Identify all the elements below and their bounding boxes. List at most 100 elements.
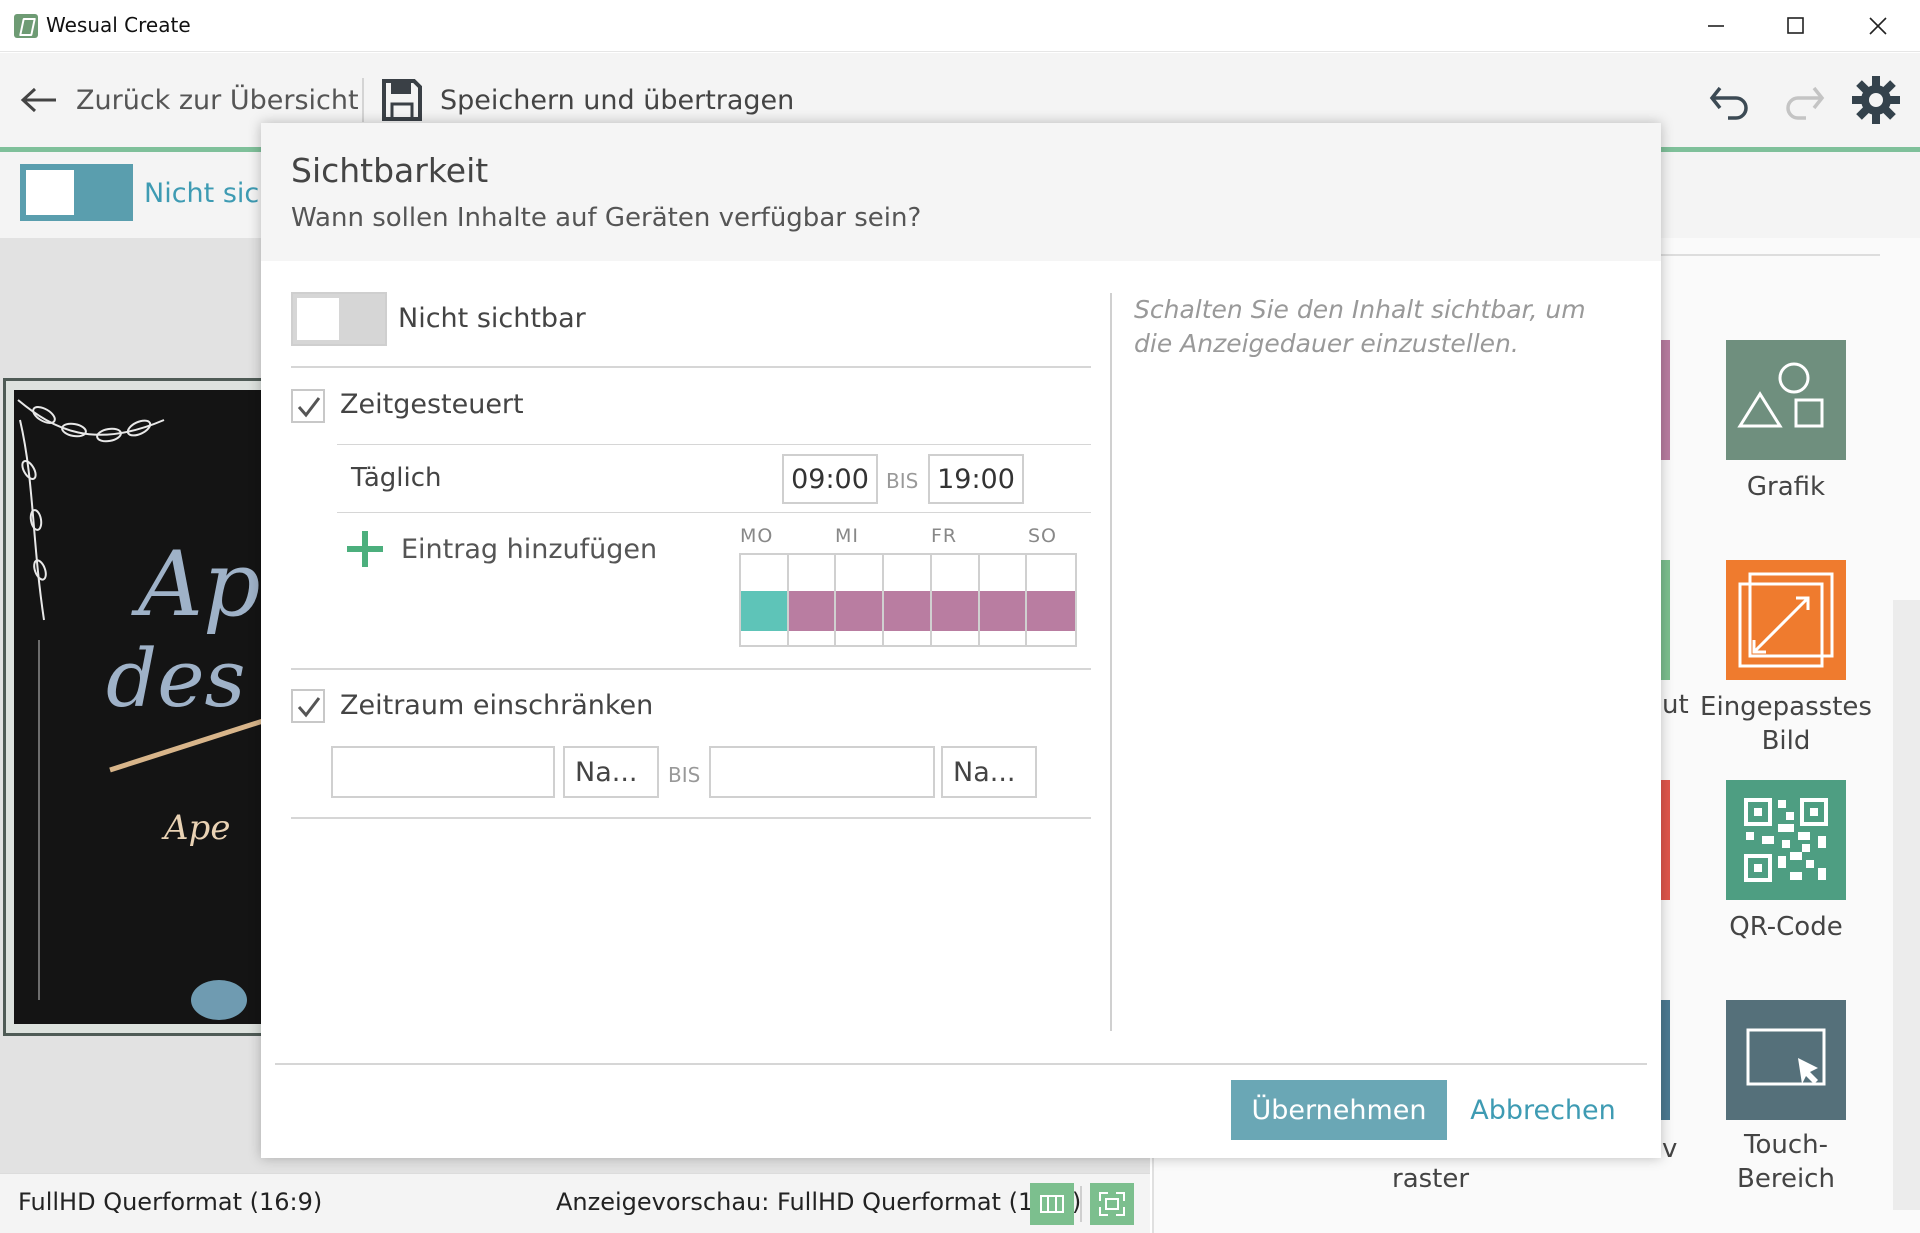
weekday-label: FR	[931, 525, 958, 547]
canvas-heading-text: Ap	[138, 532, 261, 637]
tile-label-partial: v	[1662, 1134, 1678, 1164]
app-icon	[14, 14, 38, 38]
cancel-button[interactable]: Abbrechen	[1463, 1080, 1623, 1140]
tool-tile-eingepasstes-bild[interactable]	[1726, 560, 1846, 680]
close-button[interactable]	[1838, 0, 1918, 52]
slide-canvas[interactable]: Ap des Ape	[14, 390, 266, 1024]
divider	[291, 817, 1091, 819]
weekday-label: SO	[1028, 525, 1058, 547]
qr-code-icon	[1744, 798, 1828, 882]
gear-icon[interactable]	[1850, 74, 1902, 126]
weekday-column[interactable]	[931, 555, 980, 645]
tool-label: QR-Code	[1729, 912, 1843, 942]
tool-tile-touch-bereich[interactable]	[1726, 1000, 1846, 1120]
schedule-bar	[836, 591, 883, 631]
toolbar-divider	[362, 78, 364, 122]
dialog-title: Sichtbarkeit	[291, 151, 489, 190]
format-label: FullHD Querformat (16:9)	[18, 1188, 323, 1216]
tile-partial	[1660, 1000, 1670, 1120]
apply-button[interactable]: Übernehmen	[1231, 1080, 1447, 1140]
dialog-footer-divider	[275, 1063, 1647, 1065]
visibility-toggle-label: Nicht sichtbar	[398, 303, 586, 334]
divider	[291, 668, 1091, 670]
save-and-transfer-button[interactable]: Speichern und übertragen	[382, 78, 794, 122]
toggle-knob	[26, 170, 74, 215]
tile-partial	[1660, 560, 1670, 680]
time-from-input[interactable]: 09:00	[782, 454, 878, 504]
weekday-column[interactable]	[741, 555, 789, 645]
weekday-column[interactable]	[884, 555, 932, 645]
window-title: Wesual Create	[46, 13, 191, 37]
weekday-label: MO	[740, 525, 774, 547]
dialog-header	[261, 123, 1661, 261]
weekday-label: MI	[835, 525, 859, 547]
maximize-icon	[1787, 17, 1804, 34]
tile-label-partial: ut	[1662, 690, 1689, 720]
week-schedule-grid[interactable]	[739, 553, 1077, 647]
weekday-column[interactable]	[1027, 555, 1075, 645]
checkmark-icon	[297, 397, 321, 418]
canvas-heading-text-2: des	[106, 632, 246, 725]
touch-area-icon	[1746, 1028, 1826, 1086]
schedule-bar	[931, 591, 978, 631]
timed-checkbox[interactable]	[291, 389, 325, 423]
minimize-button[interactable]	[1676, 0, 1756, 52]
canvas-subtitle-text: Ape	[164, 808, 231, 848]
tool-tile-grafik[interactable]	[1726, 340, 1846, 460]
fullscreen-button[interactable]	[1090, 1183, 1134, 1225]
plus-icon	[347, 531, 383, 567]
checkmark-icon	[297, 697, 321, 718]
dialog-column-divider	[1110, 293, 1112, 1031]
divider	[337, 444, 1091, 445]
tile-partial	[1660, 780, 1670, 900]
maximize-button[interactable]	[1756, 0, 1836, 52]
schedule-bar	[741, 591, 787, 631]
schedule-bar	[979, 591, 1026, 631]
tool-label: Grafik	[1746, 472, 1826, 502]
divider	[337, 512, 1091, 513]
save-label: Speichern und übertragen	[440, 84, 795, 116]
close-icon	[1869, 17, 1887, 35]
time-to-input[interactable]: 19:00	[928, 454, 1024, 504]
start-date-input[interactable]	[331, 746, 555, 798]
divider	[291, 366, 1091, 368]
undo-icon[interactable]	[1708, 78, 1752, 122]
fit-width-icon	[1040, 1195, 1064, 1213]
fit-width-button[interactable]	[1030, 1183, 1074, 1225]
raster-tile-label: raster	[1392, 1164, 1470, 1194]
redo-icon[interactable]	[1782, 78, 1826, 122]
end-date-input[interactable]	[709, 746, 935, 798]
dialog-subtitle: Wann sollen Inhalte auf Geräten verfügba…	[291, 203, 922, 233]
bis-label: BIS	[886, 469, 919, 493]
back-to-overview-button[interactable]: Zurück zur Übersicht	[20, 80, 359, 120]
weekday-column[interactable]	[979, 555, 1028, 645]
bis-label: BIS	[668, 763, 701, 787]
period-checkbox[interactable]	[291, 689, 325, 723]
timed-label: Zeitgesteuert	[340, 389, 524, 420]
title-bar	[0, 0, 1920, 52]
schedule-label: Täglich	[351, 463, 442, 493]
visibility-label-background[interactable]: Nicht sichtbar	[144, 178, 262, 209]
shapes-icon	[1737, 362, 1824, 428]
weekday-column[interactable]	[788, 555, 837, 645]
floppy-disk-icon	[382, 79, 422, 121]
fullscreen-icon	[1099, 1192, 1125, 1216]
visibility-toggle[interactable]	[291, 292, 387, 346]
tool-label: Touch-Bereich	[1737, 1130, 1835, 1194]
schedule-bar	[1027, 591, 1075, 631]
schedule-bar	[884, 591, 930, 631]
tool-label: Eingepasstes Bild	[1700, 692, 1872, 756]
end-name-input[interactable]: Na...	[941, 746, 1037, 798]
preview-label[interactable]: Anzeigevorschau: FullHD Querformat (16:9…	[556, 1188, 1081, 1216]
period-label: Zeitraum einschränken	[340, 690, 654, 721]
hint-text: Schalten Sie den Inhalt sichtbar, um die…	[1134, 295, 1586, 358]
tools-panel-scrollbar[interactable]	[1893, 600, 1920, 1210]
minimize-icon	[1708, 25, 1724, 27]
weekday-column[interactable]	[836, 555, 885, 645]
visibility-toggle-background[interactable]	[20, 164, 133, 221]
back-label: Zurück zur Übersicht	[76, 84, 359, 116]
tool-tile-qr-code[interactable]	[1726, 780, 1846, 900]
start-name-input[interactable]: Na...	[563, 746, 659, 798]
status-divider	[1080, 1186, 1082, 1222]
add-entry-button[interactable]: Eintrag hinzufügen	[347, 531, 657, 567]
